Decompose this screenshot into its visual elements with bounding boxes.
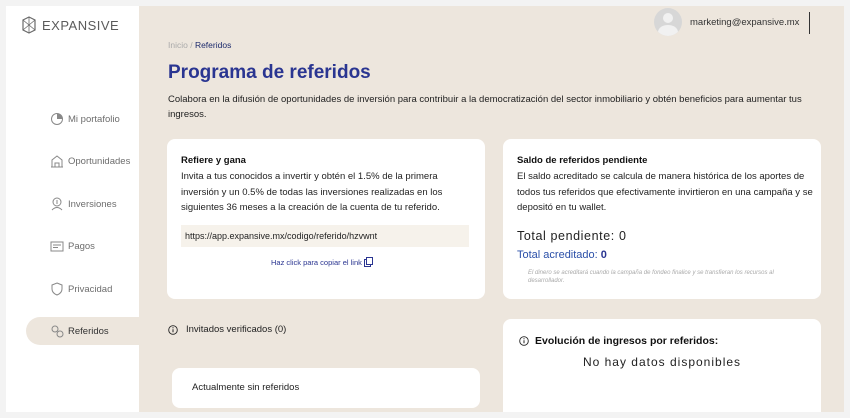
page-title: Programa de referidos (168, 62, 371, 83)
logo[interactable]: EXPANSIVE (22, 16, 119, 34)
sidebar: EXPANSIVE Mi portafolio Oportunidades In… (6, 6, 139, 412)
income-evolution-card: Evolución de ingresos por referidos: No … (503, 319, 821, 412)
info-icon (168, 324, 178, 335)
breadcrumb-root[interactable]: Inicio (168, 40, 188, 50)
page-description: Colabora en la difusión de oportunidades… (168, 94, 802, 120)
pending-balance-title: Saldo de referidos pendiente (517, 155, 648, 166)
no-data-message: No hay datos disponibles (582, 355, 742, 369)
total-credited-label: Total acreditado: (517, 249, 601, 261)
total-pending-value: 0 (618, 229, 627, 243)
referrals-empty-text: Actualmente sin referidos (192, 382, 300, 393)
sidebar-item-label: Oportunidades (68, 155, 131, 167)
sidebar-item-label: Privacidad (68, 283, 113, 295)
info-icon (519, 336, 529, 346)
income-evolution-title-text: Evolución de ingresos por referidos: (535, 335, 719, 347)
sidebar-item-privacidad[interactable]: Privacidad (6, 275, 139, 303)
refer-card: Refiere y gana Invita a tus conocidos a … (167, 139, 485, 299)
income-evolution-title: Evolución de ingresos por referidos: (519, 335, 718, 347)
copy-icon (363, 257, 373, 267)
pending-balance-card: Saldo de referidos pendiente El saldo ac… (503, 139, 821, 299)
app-frame: EXPANSIVE Mi portafolio Oportunidades In… (6, 6, 844, 412)
refer-card-title: Refiere y gana (181, 155, 246, 166)
copy-link-label: Haz click para copiar el link (271, 257, 362, 267)
total-credited: Total acreditado: 0 (517, 249, 607, 261)
sidebar-item-label: Referidos (68, 325, 109, 337)
pending-balance-note: El dinero se acreditará cuando la campañ… (528, 270, 774, 284)
user-menu[interactable]: marketing@expansive.mx (654, 8, 799, 36)
sidebar-item-pagos[interactable]: Pagos (6, 232, 139, 260)
referrals-icon (51, 325, 64, 338)
building-icon (51, 155, 63, 168)
avatar[interactable] (654, 8, 682, 36)
sidebar-item-mi-portafolio[interactable]: Mi portafolio (6, 105, 139, 133)
logo-mark-icon (22, 16, 36, 34)
breadcrumb: Inicio / Referidos (168, 40, 231, 50)
referrals-empty-card: Actualmente sin referidos (172, 368, 480, 408)
verified-invitees-label: Invitados verificados (0) (186, 324, 287, 335)
pending-balance-text: El saldo acreditado se calcula de manera… (517, 171, 813, 213)
breadcrumb-current: Referidos (194, 40, 232, 50)
verified-invitees: Invitados verificados (0) (168, 324, 286, 335)
investment-icon (51, 197, 63, 211)
total-pending-label: Total pendiente: (517, 229, 619, 243)
header-divider (809, 12, 810, 34)
shield-icon (51, 282, 63, 296)
breadcrumb-separator: / (187, 40, 195, 50)
logo-text: EXPANSIVE (42, 17, 120, 33)
sidebar-item-label: Pagos (68, 240, 95, 252)
total-pending: Total pendiente: 0 (517, 229, 627, 243)
payments-icon (50, 241, 64, 252)
refer-card-text: Invita a tus conocidos a invertir y obté… (181, 171, 443, 213)
sidebar-item-label: Mi portafolio (68, 113, 120, 125)
user-email: marketing@expansive.mx (690, 16, 800, 28)
referral-link-field[interactable]: https://app.expansive.mx/codigo/referido… (181, 225, 469, 247)
sidebar-item-referidos[interactable]: Referidos (26, 317, 139, 345)
sidebar-item-oportunidades[interactable]: Oportunidades (6, 147, 139, 175)
total-credited-value: 0 (600, 249, 607, 261)
copy-link-button[interactable]: Haz click para copiar el link (271, 257, 373, 267)
portfolio-icon (51, 113, 63, 125)
sidebar-item-label: Inversiones (68, 198, 117, 210)
sidebar-item-inversiones[interactable]: Inversiones (6, 190, 139, 218)
